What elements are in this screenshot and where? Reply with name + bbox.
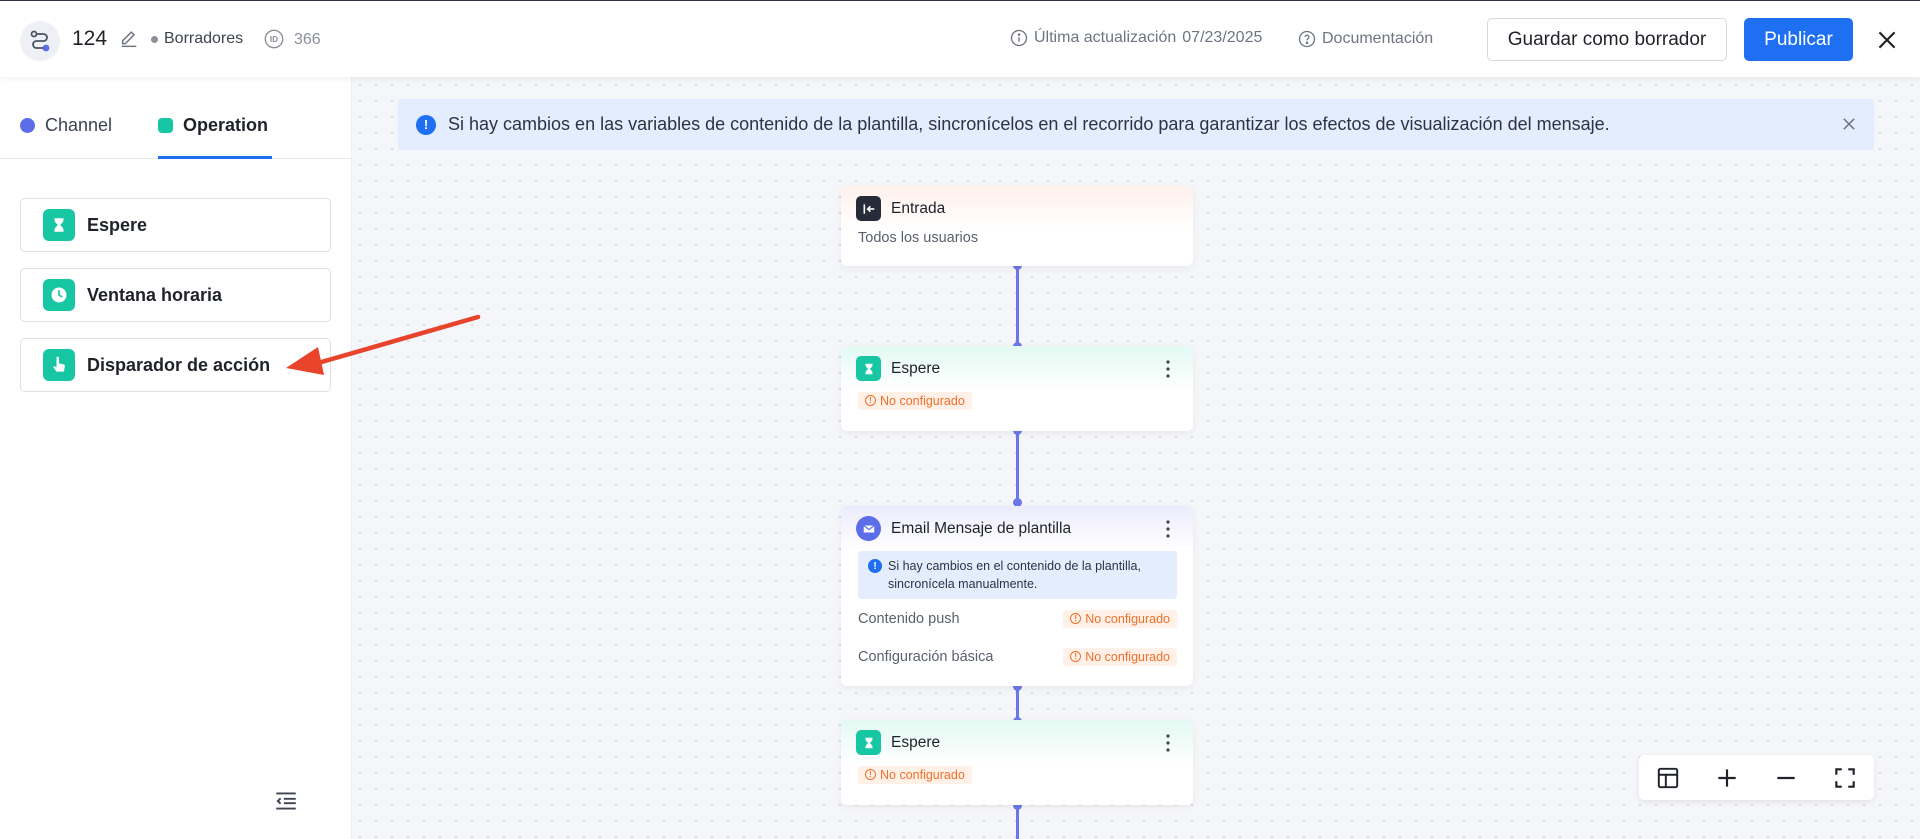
wait-node[interactable]: Espere ! No configurado [841, 720, 1193, 805]
wait-node-title: Espere [891, 359, 941, 377]
row-label: Configuración básica [858, 648, 994, 665]
warning-icon: ! [1070, 613, 1082, 624]
wait-node-title: Espere [891, 733, 941, 751]
documentation-link[interactable]: Documentación [1298, 30, 1433, 48]
last-updated-label: Última actualización [1034, 29, 1177, 46]
clock-icon [43, 279, 75, 311]
tab-operation[interactable]: Operation [158, 115, 268, 136]
warning-icon: ! [865, 769, 876, 780]
entry-node[interactable]: Entrada Todos los usuarios [841, 186, 1193, 266]
sidebar-tabs: Channel Operation [0, 77, 352, 159]
info-icon [1010, 29, 1028, 47]
more-options-icon[interactable] [1165, 519, 1171, 539]
close-banner-icon[interactable] [1840, 115, 1858, 133]
email-note-text: Si hay cambios en el contenido de la pla… [888, 559, 1141, 591]
status-dot [151, 35, 158, 43]
operation-item-label: Espere [87, 214, 148, 235]
wait-node-header: Espere [841, 346, 1193, 391]
layout-icon[interactable] [1655, 765, 1681, 791]
wait-node-status: ! No configurado [841, 390, 1193, 410]
operation-item-label: Ventana horaria [87, 284, 223, 305]
connector-line [1016, 805, 1019, 839]
help-icon [1298, 30, 1316, 48]
hourglass-icon [43, 209, 75, 241]
publish-button[interactable]: Publicar [1744, 18, 1853, 61]
not-configured-badge: ! No configurado [858, 765, 972, 784]
wait-node[interactable]: Espere ! No configurado [841, 346, 1193, 431]
save-draft-button[interactable]: Guardar como borrador [1487, 18, 1727, 61]
email-row-push-content[interactable]: Contenido push ! No configurado [841, 599, 1193, 638]
badge-text: No configurado [1085, 649, 1170, 664]
banner-text: Si hay cambios en las variables de conte… [448, 114, 1610, 134]
row-label: Contenido push [858, 610, 960, 627]
operation-item-label: Disparador de acción [87, 354, 271, 375]
badge-text: No configurado [880, 393, 965, 408]
info-icon: ! [868, 559, 882, 573]
not-configured-badge: ! No configurado [1063, 647, 1177, 666]
entry-node-title: Entrada [891, 199, 946, 217]
wait-node-status: ! No configurado [841, 764, 1193, 784]
badge-text: No configurado [880, 767, 965, 782]
operation-square-icon [158, 118, 173, 133]
email-icon [856, 516, 881, 541]
status-text: Borradores [164, 30, 244, 47]
status-badge: Borradores [151, 30, 243, 48]
hourglass-icon [856, 356, 881, 381]
channel-dot-icon [20, 118, 35, 133]
hand-pointer-icon [43, 349, 75, 381]
info-icon: ! [416, 114, 436, 135]
connector-line [1016, 430, 1019, 502]
last-updated: Última actualización 07/23/2025 [1010, 29, 1262, 47]
journey-flow-icon [20, 21, 60, 61]
entry-node-subtitle: Todos los usuarios [858, 230, 979, 246]
operation-item-wait[interactable]: Espere [20, 198, 331, 252]
connector-line [1016, 265, 1019, 345]
canvas-toolbar [1639, 755, 1874, 800]
journey-name: 124 [72, 27, 108, 50]
not-configured-badge: ! No configurado [1063, 609, 1177, 628]
collapse-sidebar-icon[interactable] [273, 788, 299, 814]
warning-icon: ! [865, 395, 876, 406]
fullscreen-icon[interactable] [1832, 765, 1858, 791]
edit-name-icon[interactable] [118, 28, 140, 50]
warning-icon: ! [1070, 651, 1082, 662]
entry-node-header: Entrada [841, 186, 1193, 231]
tab-operation-label: Operation [183, 115, 269, 135]
sync-info-banner: ! Si hay cambios en las variables de con… [398, 99, 1874, 150]
journey-id: 366 [294, 31, 321, 48]
journey-canvas[interactable]: ! Si hay cambios en las variables de con… [352, 77, 1920, 839]
active-tab-indicator [158, 156, 272, 159]
wait-node-header: Espere [841, 720, 1193, 765]
connector-line [1016, 686, 1019, 721]
email-row-basic-config[interactable]: Configuración básica ! No configurado [841, 637, 1193, 676]
entry-icon [856, 196, 881, 221]
zoom-in-icon[interactable] [1714, 765, 1740, 791]
svg-text:ID: ID [270, 35, 278, 44]
close-icon[interactable] [1874, 27, 1900, 53]
more-options-icon[interactable] [1165, 359, 1171, 379]
tab-channel-label: Channel [45, 115, 113, 135]
email-node-title: Email Mensaje de plantilla [891, 519, 1072, 537]
zoom-out-icon[interactable] [1773, 765, 1799, 791]
email-node-header: Email Mensaje de plantilla [841, 506, 1193, 551]
tab-channel[interactable]: Channel [20, 115, 112, 136]
last-updated-date: 07/23/2025 [1182, 29, 1263, 46]
sidebar: Channel Operation Espere Ventana horaria… [0, 77, 352, 839]
hourglass-icon [856, 730, 881, 755]
annotation-arrow [286, 314, 481, 375]
documentation-label: Documentación [1322, 30, 1434, 47]
email-node[interactable]: Email Mensaje de plantilla ! Si hay camb… [841, 506, 1193, 686]
more-options-icon[interactable] [1165, 733, 1171, 753]
badge-text: No configurado [1085, 611, 1170, 626]
not-configured-badge: ! No configurado [858, 391, 972, 410]
id-icon: ID [264, 29, 284, 49]
top-bar: 124 Borradores ID 366 Última actualizaci… [0, 0, 1920, 77]
email-sync-note: ! Si hay cambios en el contenido de la p… [858, 551, 1177, 599]
